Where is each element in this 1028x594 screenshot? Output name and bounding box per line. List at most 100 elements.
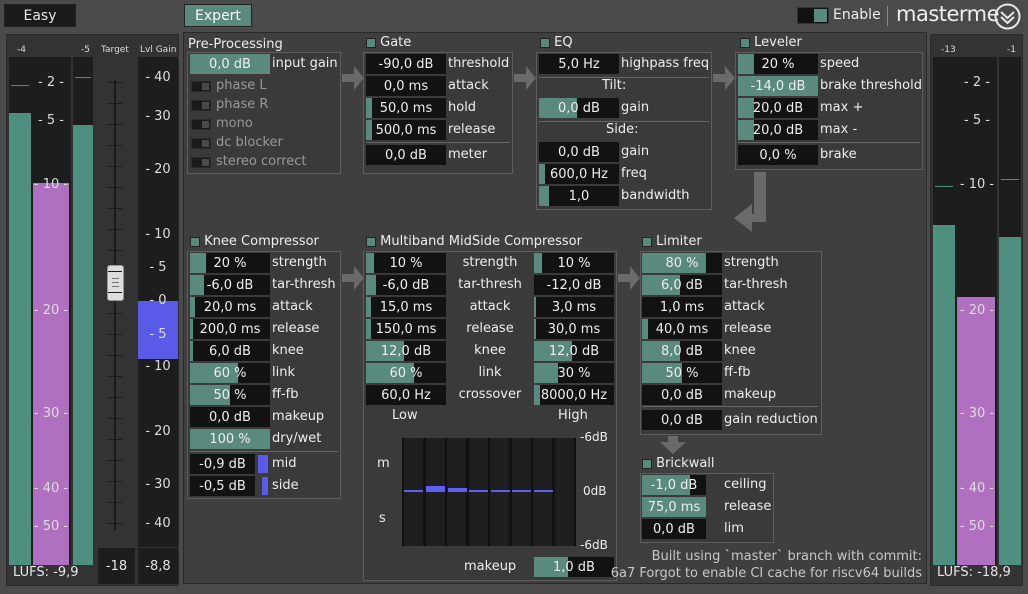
- eq-side-gain-field[interactable]: 0,0 dB: [539, 142, 619, 162]
- mb-high-tar-thresh-field[interactable]: -12,0 dB: [534, 275, 614, 295]
- gate-attack-field[interactable]: 0,0 ms: [366, 76, 446, 96]
- gate-meter-field[interactable]: 0,0 dB: [366, 145, 446, 165]
- eq-tilt-gain-field[interactable]: 0,0 dB: [539, 98, 619, 118]
- peak-meter-right: [999, 57, 1021, 565]
- brickwall-lim-field[interactable]: 0,0 dB: [642, 519, 706, 539]
- leveler-brake-field[interactable]: 0,0 %: [738, 145, 818, 165]
- mb-low-link-field[interactable]: 60 %: [366, 363, 446, 383]
- target-tick: [108, 103, 122, 104]
- knee-strength-field[interactable]: 20 %: [190, 253, 270, 273]
- gate-hold-field[interactable]: 50,0 ms: [366, 98, 446, 118]
- mb-low-strength-field[interactable]: 10 %: [366, 253, 446, 273]
- leveler-1-field[interactable]: -14,0 dB: [738, 76, 818, 96]
- target-slider-track[interactable]: [114, 80, 116, 530]
- mb-high-strength-field[interactable]: 10 %: [534, 253, 614, 273]
- limiter-release-field[interactable]: 40,0 ms: [642, 319, 722, 339]
- mb-low-attack-field[interactable]: 15,0 ms: [366, 297, 446, 317]
- knee-attack-label: attack: [272, 299, 313, 314]
- knee-knee-field[interactable]: 6,0 dB: [190, 341, 270, 361]
- gate-title: Gate: [366, 35, 411, 50]
- target-tick: [108, 397, 122, 398]
- knee-ff-fb-field[interactable]: 50 %: [190, 385, 270, 405]
- eq-tilt-gain-label: gain: [621, 100, 650, 115]
- mb-low-release-field[interactable]: 150,0 ms: [366, 319, 446, 339]
- limiter-makeup-field[interactable]: 0,0 dB: [642, 385, 722, 405]
- side-gr-bar: [262, 477, 268, 495]
- limiter-strength-field[interactable]: 80 %: [642, 253, 722, 273]
- brickwall-ceiling-field[interactable]: -1,0 dB: [642, 475, 706, 495]
- gate-enable-checkbox[interactable]: [366, 37, 376, 48]
- enable-toggle[interactable]: [797, 7, 829, 24]
- mb-low-tar-thresh-field[interactable]: -6,0 dB: [366, 275, 446, 295]
- meter-scale-tick: - 2 -: [38, 75, 64, 90]
- target-tick: [108, 439, 122, 440]
- eq-side-bandwidth-field[interactable]: 1,0: [539, 186, 619, 206]
- leveler-2-field[interactable]: 20,0 dB: [738, 98, 818, 118]
- mb-release-label: release: [466, 321, 514, 336]
- mb-makeup-label: makeup: [464, 559, 517, 574]
- knee-attack-field[interactable]: 20,0 ms: [190, 297, 270, 317]
- leveler-3-field[interactable]: 20,0 dB: [738, 120, 818, 140]
- mb-high-attack-field[interactable]: 3,0 ms: [534, 297, 614, 317]
- limiter-knee-field[interactable]: 8,0 dB: [642, 341, 722, 361]
- band-gr-column: [554, 438, 574, 546]
- band-gr-column: [447, 438, 466, 546]
- brickwall-enable-checkbox[interactable]: [642, 458, 652, 469]
- option-checkbox[interactable]: [191, 157, 211, 168]
- easy-mode-button[interactable]: Easy: [4, 4, 76, 27]
- meter-scale-tick: - 50 -: [33, 519, 69, 534]
- mb-makeup-field[interactable]: 1,0 dB: [534, 557, 614, 577]
- knee-link-field[interactable]: 60 %: [190, 363, 270, 383]
- side-label: Side:: [606, 122, 639, 137]
- mb-low-knee-field[interactable]: 12,0 dB: [366, 341, 446, 361]
- leveler-enable-checkbox[interactable]: [740, 37, 750, 48]
- eq-side-freq-field[interactable]: 600,0 Hz: [539, 164, 619, 184]
- knee-makeup-field[interactable]: 0,0 dB: [190, 407, 270, 427]
- mb-high-release-field[interactable]: 30,0 ms: [534, 319, 614, 339]
- limiter-enable-checkbox[interactable]: [642, 236, 652, 247]
- leveler-0-label: speed: [820, 56, 860, 71]
- eq-enable-checkbox[interactable]: [540, 37, 550, 48]
- input-gain-field[interactable]: 0,0 dB: [190, 54, 270, 74]
- gain-scale-tick: - 5: [149, 260, 167, 275]
- limiter-tar-thresh-field[interactable]: 6,0 dB: [642, 275, 722, 295]
- limiter-gain-reduction-field[interactable]: 0,0 dB: [642, 410, 722, 430]
- target-label: Target: [101, 45, 129, 55]
- option-checkbox[interactable]: [191, 119, 211, 130]
- knee-tar-thresh-field[interactable]: -6,0 dB: [190, 275, 270, 295]
- gate-release-field[interactable]: 500,0 ms: [366, 120, 446, 140]
- option-checkbox[interactable]: [191, 81, 211, 92]
- limiter-ff-fb-field[interactable]: 50 %: [642, 363, 722, 383]
- brickwall-release-field[interactable]: 75,0 ms: [642, 497, 706, 517]
- gain-scale-tick: - 20: [145, 162, 171, 177]
- gate-threshold-field[interactable]: -90,0 dB: [366, 54, 446, 74]
- high-band-label: High: [558, 408, 588, 423]
- knee-release-field[interactable]: 200,0 ms: [190, 319, 270, 339]
- limiter-title: Limiter: [642, 234, 702, 249]
- expert-mode-button[interactable]: Expert: [184, 4, 252, 27]
- mb-low-crossover-field[interactable]: 60,0 Hz: [366, 385, 446, 405]
- meter-fill: [999, 237, 1021, 565]
- multiband-enable-checkbox[interactable]: [366, 236, 376, 247]
- option-checkbox[interactable]: [191, 100, 211, 111]
- peak-hold: [75, 77, 91, 78]
- eq-side-bandwidth-label: bandwidth: [621, 188, 690, 203]
- target-tick: [108, 418, 122, 419]
- limiter-attack-field[interactable]: 1,0 ms: [642, 297, 722, 317]
- limiter-gain-reduction-label: gain reduction: [724, 412, 818, 427]
- band-gr-marker: [448, 488, 467, 492]
- target-tick: [108, 229, 122, 230]
- knee-dry/wet-field[interactable]: 100 %: [190, 429, 270, 449]
- peak-meter-left: [933, 57, 955, 565]
- mb-high-link-field[interactable]: 30 %: [534, 363, 614, 383]
- knee-enable-checkbox[interactable]: [190, 236, 200, 247]
- graph-db-bottom: -6dB: [580, 538, 608, 552]
- meter-scale-tick: - 20 -: [959, 303, 995, 318]
- leveler-0-field[interactable]: 20 %: [738, 54, 818, 74]
- mb-high-crossover-field[interactable]: 8000,0 Hz: [534, 385, 614, 405]
- leveler-brake-label: brake: [820, 147, 857, 162]
- mb-strength-label: strength: [462, 255, 518, 270]
- mb-high-knee-field[interactable]: 12,0 dB: [534, 341, 614, 361]
- option-checkbox[interactable]: [191, 138, 211, 149]
- eq-highpass-field[interactable]: 5,0 Hz: [539, 54, 619, 74]
